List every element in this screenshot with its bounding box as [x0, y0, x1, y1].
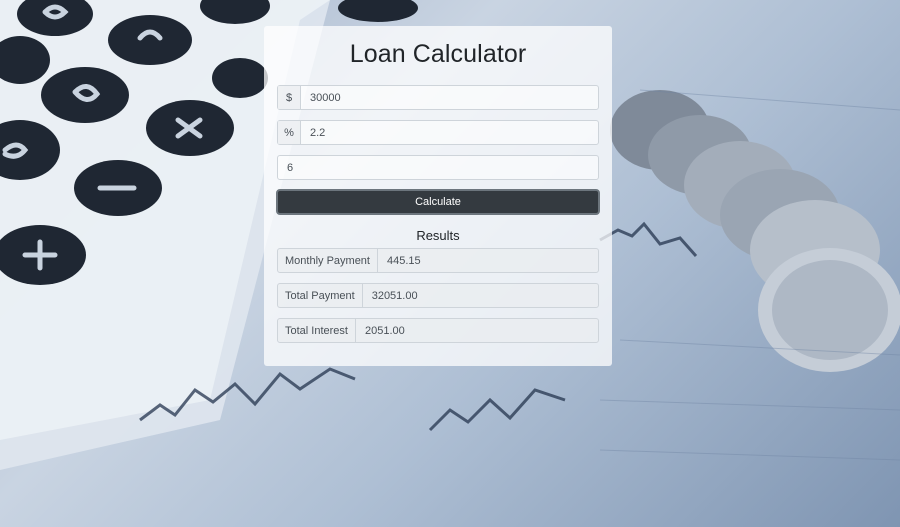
total-payment-label: Total Payment [278, 284, 363, 307]
years-input-group [277, 155, 599, 180]
amount-input-group: $ [277, 85, 599, 110]
page-title: Loan Calculator [349, 40, 527, 68]
calculator-card: Loan Calculator $ % Calculate Results Mo… [264, 26, 612, 366]
calculate-button[interactable]: Calculate [276, 189, 600, 215]
total-interest-row: Total Interest 2051.00 [277, 318, 599, 343]
total-payment-value: 32051.00 [371, 289, 418, 302]
total-interest-label: Total Interest [278, 319, 356, 342]
dollar-prefix: $ [278, 86, 301, 109]
monthly-payment-row: Monthly Payment 445.15 [277, 248, 599, 273]
monthly-payment-label: Monthly Payment [278, 249, 378, 272]
total-interest-value: 2051.00 [364, 324, 405, 337]
interest-input[interactable] [301, 121, 598, 144]
amount-input[interactable] [301, 86, 598, 109]
monthly-payment-value: 445.15 [386, 254, 421, 267]
interest-input-group: % [277, 120, 599, 145]
years-input[interactable] [278, 156, 598, 179]
results-heading: Results [416, 228, 460, 243]
total-payment-row: Total Payment 32051.00 [277, 283, 599, 308]
percent-prefix: % [278, 121, 301, 144]
